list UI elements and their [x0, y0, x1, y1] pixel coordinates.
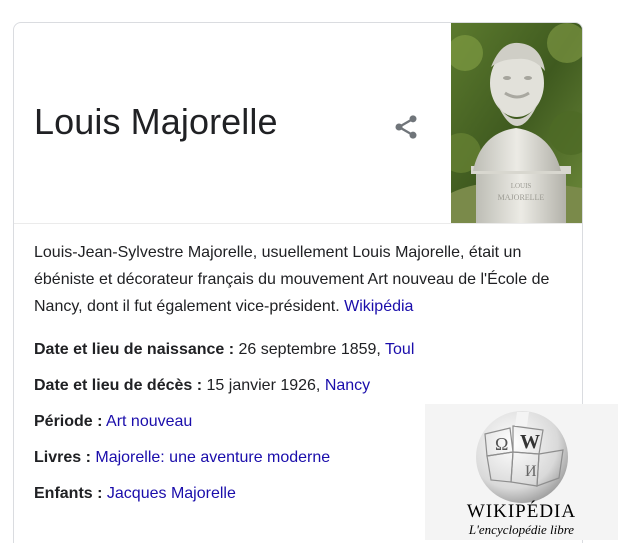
- fact-label: Date et lieu de décès :: [34, 377, 203, 394]
- description-text: Louis-Jean-Sylvestre Majorelle, usuellem…: [34, 244, 550, 315]
- wikipedia-logo: Ω W И WIKIPÉDIA L'encyclopédie libre: [425, 404, 618, 540]
- fact-value: 15 janvier 1926,: [206, 377, 325, 394]
- fact-value: 26 septembre 1859,: [238, 341, 386, 358]
- fact-link-child[interactable]: Jacques Majorelle: [107, 485, 236, 502]
- knowledge-panel-page: Louis Majorelle LOUIS MAJORELLE Louis-Je…: [0, 0, 622, 543]
- panel-description: Louis-Jean-Sylvestre Majorelle, usuellem…: [34, 239, 554, 320]
- wikipedia-source-link[interactable]: Wikipédia: [344, 298, 413, 315]
- fact-link-book[interactable]: Majorelle: une aventure moderne: [95, 449, 330, 466]
- svg-text:MAJORELLE: MAJORELLE: [498, 193, 545, 202]
- fact-link-deathplace[interactable]: Nancy: [325, 377, 370, 394]
- share-icon: [395, 115, 417, 139]
- fact-label: Période :: [34, 413, 103, 430]
- fact-link-birthplace[interactable]: Toul: [385, 341, 414, 358]
- panel-header: Louis Majorelle LOUIS MAJORELLE: [14, 23, 582, 224]
- omega-glyph: Ω: [495, 434, 508, 454]
- fact-death: Date et lieu de décès : 15 janvier 1926,…: [34, 377, 370, 395]
- share-button[interactable]: [392, 113, 420, 141]
- fact-birth: Date et lieu de naissance : 26 septembre…: [34, 341, 414, 359]
- fact-link-period[interactable]: Art nouveau: [106, 413, 192, 430]
- fact-label: Date et lieu de naissance :: [34, 341, 235, 358]
- wikipedia-wordmark: WIKIPÉDIA: [466, 501, 577, 522]
- i-glyph: И: [525, 463, 537, 480]
- bust-photo: LOUIS MAJORELLE: [441, 23, 582, 223]
- fact-label: Livres :: [34, 449, 91, 466]
- fact-period: Période : Art nouveau: [34, 413, 192, 431]
- svg-text:LOUIS: LOUIS: [511, 182, 532, 190]
- fact-books: Livres : Majorelle: une aventure moderne: [34, 449, 330, 467]
- w-glyph: W: [520, 431, 540, 453]
- puzzle-globe-icon: Ω W И: [476, 411, 568, 503]
- fact-label: Enfants :: [34, 485, 103, 502]
- panel-title: Louis Majorelle: [34, 101, 278, 142]
- portrait-image[interactable]: LOUIS MAJORELLE: [441, 23, 582, 223]
- fact-children: Enfants : Jacques Majorelle: [34, 485, 236, 503]
- wikipedia-tagline: L'encyclopédie libre: [468, 522, 575, 537]
